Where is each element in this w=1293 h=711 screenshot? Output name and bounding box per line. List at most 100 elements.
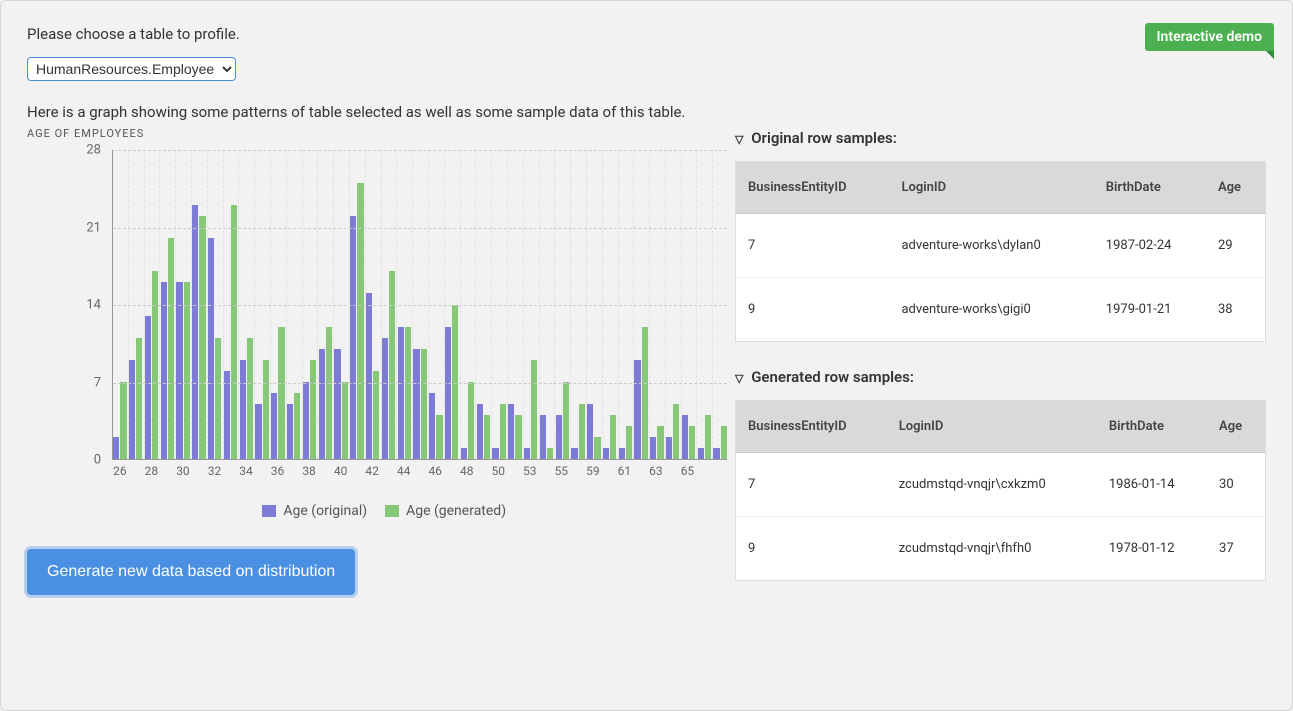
generated-samples-table: BusinessEntityIDLoginIDBirthDateAge 7zcu… [735,400,1266,581]
x-tick-label: 26 [112,464,128,478]
table-select[interactable]: HumanResources.Employee [27,57,236,81]
bar-original [445,327,451,459]
generate-button[interactable]: Generate new data based on distribution [27,549,355,595]
bar-original [129,360,135,459]
bar-original [287,404,293,459]
bar-generated [705,415,711,459]
legend-swatch-original [262,505,276,517]
bar-generated [152,271,158,459]
table-cell: zcudmstqd-vnqjr\fhfh0 [887,517,1097,581]
y-tick-label: 0 [94,453,101,468]
column-header: BusinessEntityID [736,162,890,214]
bar-generated [594,437,600,459]
table-cell: 30 [1207,453,1265,517]
table-cell: 1986-01-14 [1097,453,1207,517]
bar-original [508,404,514,459]
bar-generated [405,327,411,459]
x-tick-label: 63 [648,464,664,478]
legend-label-original: Age (original) [283,503,367,519]
bar-original [650,437,656,459]
x-tick-label [664,464,680,478]
y-tick-label: 28 [86,143,101,158]
bar-original [192,205,198,459]
bar-generated [247,338,253,459]
triangle-down-icon: ▽ [735,133,743,146]
x-tick-label [128,464,144,478]
table-row: 7adventure-works\dylan01987-02-2429 [736,214,1266,278]
age-distribution-chart: 07142128 2628303234363840424446485053555… [27,150,727,475]
bar-generated [294,393,300,459]
x-tick-label [191,464,207,478]
bar-original [413,349,419,459]
bar-generated [421,349,427,459]
bar-original [366,293,372,459]
generated-samples-header[interactable]: ▽ Generated row samples: [735,368,1266,386]
x-tick-label: 53 [522,464,538,478]
bar-original [603,448,609,459]
bar-generated [515,415,521,459]
bar-original [666,437,672,459]
bar-generated [389,271,395,459]
table-cell: adventure-works\dylan0 [889,214,1093,278]
bar-original [224,371,230,459]
x-tick-label: 40 [333,464,349,478]
chart-legend: Age (original) Age (generated) [27,503,727,519]
prompt-text: Please choose a table to profile. [27,25,1266,43]
x-tick-label: 61 [617,464,633,478]
bar-generated [168,238,174,459]
bar-generated [215,338,221,459]
table-cell: 7 [736,453,887,517]
bar-original [492,448,498,459]
x-tick-label [506,464,522,478]
table-cell: 37 [1207,517,1265,581]
x-tick-label [222,464,238,478]
bar-original [319,349,325,459]
bar-generated [263,360,269,459]
bar-generated [120,382,126,459]
bar-original [587,404,593,459]
bar-original [540,415,546,459]
bar-generated [468,382,474,459]
bar-original [634,360,640,459]
x-tick-label [317,464,333,478]
bar-original [271,393,277,459]
original-samples-header[interactable]: ▽ Original row samples: [735,129,1266,147]
interactive-demo-badge: Interactive demo [1145,23,1274,51]
x-tick-label: 30 [175,464,191,478]
bar-generated [547,448,553,459]
bar-generated [199,216,205,459]
bar-generated [184,282,190,459]
bar-generated [673,404,679,459]
bar-generated [357,183,363,459]
table-cell: adventure-works\gigi0 [889,278,1093,342]
bar-original [398,327,404,459]
x-tick-label [254,464,270,478]
table-cell: 38 [1206,278,1266,342]
bar-generated [657,426,663,459]
bar-generated [342,382,348,459]
bar-original [161,282,167,459]
bar-original [461,448,467,459]
bar-generated [436,415,442,459]
bar-original [334,349,340,459]
legend-label-generated: Age (generated) [406,503,506,519]
x-tick-label: 48 [459,464,475,478]
bar-original [382,338,388,459]
x-tick-label: 34 [238,464,254,478]
x-tick-label [159,464,175,478]
description-text: Here is a graph showing some patterns of… [27,103,1266,121]
bar-original [713,448,719,459]
table-cell: 1978-01-12 [1097,517,1207,581]
table-cell: 1979-01-21 [1094,278,1206,342]
column-header: Age [1206,162,1266,214]
bar-generated [721,426,727,459]
column-header: LoginID [889,162,1093,214]
bar-original [350,216,356,459]
bar-generated [484,415,490,459]
bar-original [571,448,577,459]
bar-generated [310,360,316,459]
x-tick-label: 50 [490,464,506,478]
generated-samples-title: Generated row samples: [751,368,914,386]
x-tick-label: 46 [427,464,443,478]
x-tick-label [380,464,396,478]
